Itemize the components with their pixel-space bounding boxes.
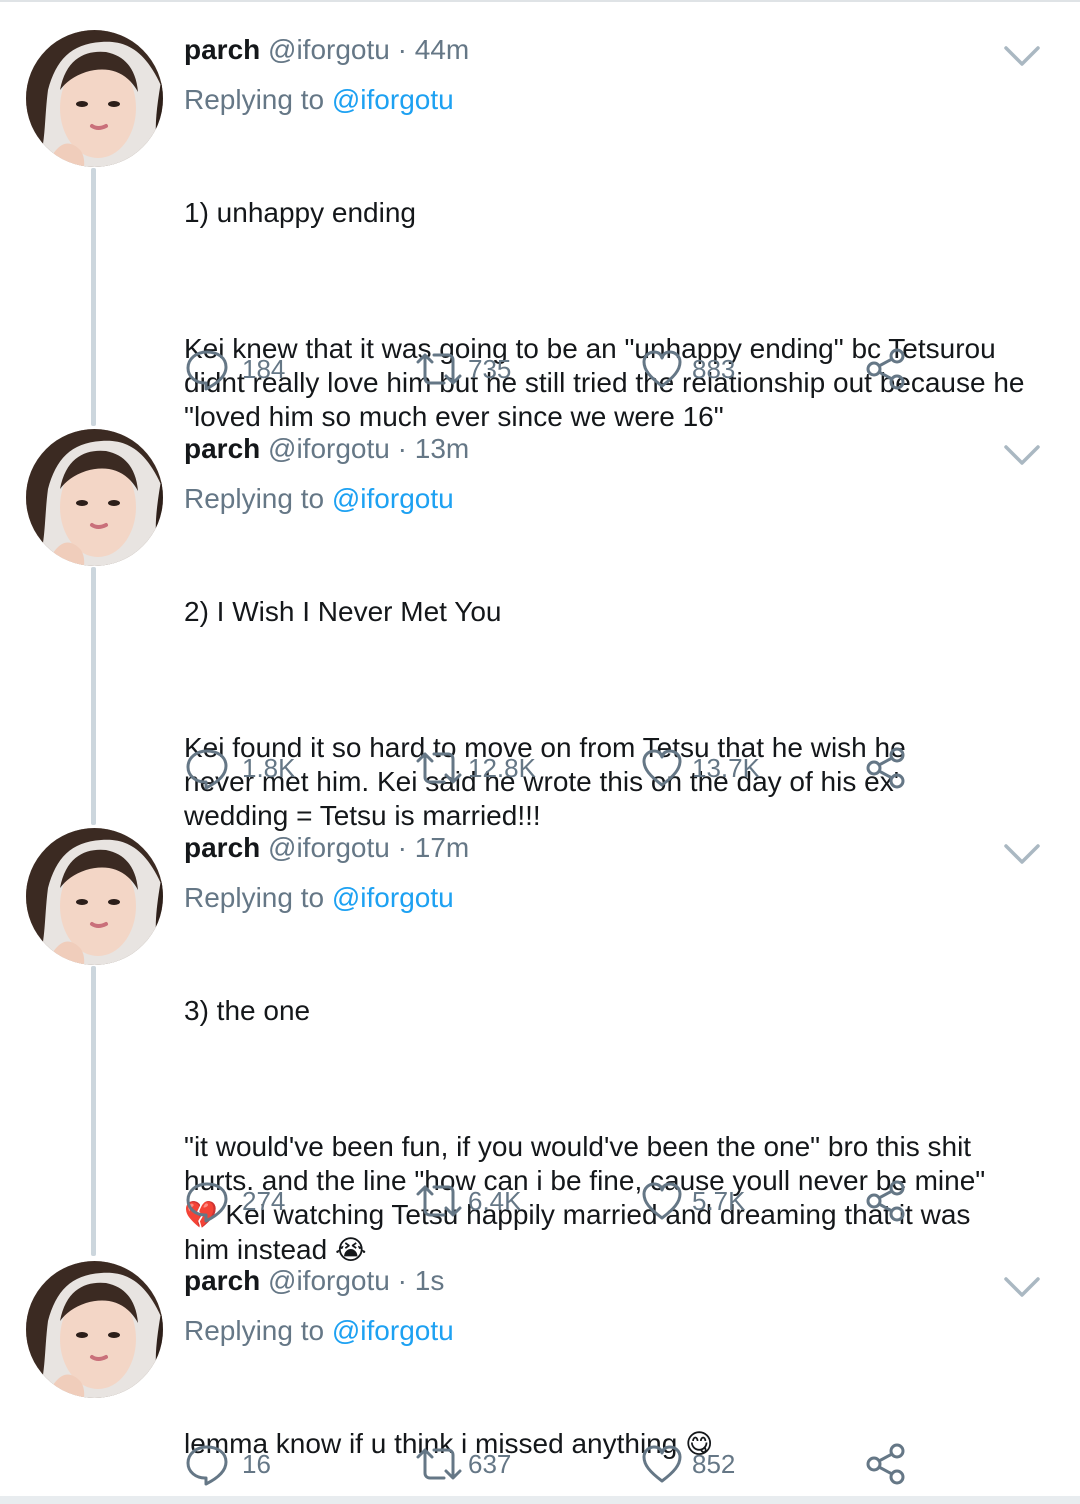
retweet-button[interactable]: 12.8K xyxy=(414,744,536,792)
display-name[interactable]: parch xyxy=(184,433,260,464)
tweet-actions: 1.8K 12.8K 13.7K xyxy=(184,744,924,792)
retweet-arrows-icon xyxy=(416,1448,462,1480)
avatar[interactable] xyxy=(26,30,163,167)
share-nodes-icon xyxy=(866,1180,905,1222)
mention-link[interactable]: @iforgotu xyxy=(332,1315,454,1346)
display-name[interactable]: parch xyxy=(184,832,260,863)
tweet-actions: 16 637 852 xyxy=(184,1440,924,1488)
retweet-arrows-icon xyxy=(416,1185,462,1217)
speech-bubble-icon xyxy=(186,1445,228,1486)
tweet-paragraph: 3) the one xyxy=(184,995,311,1026)
share-nodes-icon xyxy=(866,1443,905,1485)
chevron-down-icon[interactable] xyxy=(1002,1267,1042,1307)
reply-count: 274 xyxy=(242,1185,286,1216)
avatar[interactable] xyxy=(26,828,163,965)
mention-link[interactable]: @iforgotu xyxy=(332,483,454,514)
display-name[interactable]: parch xyxy=(184,34,260,65)
retweet-button[interactable]: 735 xyxy=(414,345,511,393)
chevron-down-icon[interactable] xyxy=(1002,435,1042,475)
reply-count: 184 xyxy=(242,353,286,384)
speech-bubble-icon xyxy=(186,749,228,790)
retweet-count: 735 xyxy=(468,353,512,384)
reply-button[interactable]: 184 xyxy=(184,345,285,393)
replying-to-label: Replying to xyxy=(184,483,332,514)
chevron-down-icon[interactable] xyxy=(1002,36,1042,76)
replying-to-label: Replying to xyxy=(184,882,332,913)
heart-outline-icon xyxy=(642,1182,682,1220)
replying-to: Replying to @iforgotu xyxy=(184,1311,1050,1351)
bottom-divider xyxy=(0,1496,1080,1504)
like-count: 5.7K xyxy=(692,1185,746,1216)
avatar[interactable] xyxy=(26,429,163,566)
retweet-button[interactable]: 637 xyxy=(414,1440,511,1488)
share-button[interactable] xyxy=(864,1177,908,1225)
retweet-arrows-icon xyxy=(416,353,462,385)
replying-to: Replying to @iforgotu xyxy=(184,479,1050,519)
tweet-header: parch @iforgotu · 44m xyxy=(184,30,1050,70)
retweet-button[interactable]: 6.4K xyxy=(414,1177,522,1225)
share-nodes-icon xyxy=(866,348,905,390)
like-count: 852 xyxy=(692,1448,736,1479)
separator-dot: · xyxy=(397,34,407,65)
mention-link[interactable]: @iforgotu xyxy=(332,882,454,913)
retweet-count: 12.8K xyxy=(468,752,536,783)
retweet-count: 637 xyxy=(468,1448,512,1479)
like-button[interactable]: 852 xyxy=(640,1440,735,1488)
replying-to: Replying to @iforgotu xyxy=(184,80,1050,120)
separator-dot: · xyxy=(397,1265,407,1296)
reply-count: 1.8K xyxy=(242,752,296,783)
like-button[interactable]: 883 xyxy=(640,345,735,393)
replying-to: Replying to @iforgotu xyxy=(184,878,1050,918)
separator-dot: · xyxy=(397,832,407,863)
user-handle[interactable]: @iforgotu xyxy=(268,1265,390,1296)
tweet-content: parch @iforgotu · 17m Replying to @iforg… xyxy=(184,828,1050,1336)
tweet-actions: 184 735 883 xyxy=(184,345,924,393)
speech-bubble-icon xyxy=(186,1182,228,1223)
reply-button[interactable]: 274 xyxy=(184,1177,285,1225)
tweet-paragraph: 1) unhappy ending xyxy=(184,197,416,228)
replying-to-label: Replying to xyxy=(184,84,332,115)
like-button[interactable]: 5.7K xyxy=(640,1177,746,1225)
like-button[interactable]: 13.7K xyxy=(640,744,760,792)
share-nodes-icon xyxy=(866,747,905,789)
like-count: 883 xyxy=(692,353,736,384)
tweet-actions: 274 6.4K 5.7K xyxy=(184,1177,924,1225)
retweet-count: 6.4K xyxy=(468,1185,522,1216)
tweet-paragraph: 2) I Wish I Never Met You xyxy=(184,596,502,627)
replying-to-label: Replying to xyxy=(184,1315,332,1346)
share-button[interactable] xyxy=(864,1440,908,1488)
separator-dot: · xyxy=(397,433,407,464)
tweet-header: parch @iforgotu · 1s xyxy=(184,1261,1050,1301)
timestamp[interactable]: 1s xyxy=(415,1265,445,1296)
mention-link[interactable]: @iforgotu xyxy=(332,84,454,115)
user-handle[interactable]: @iforgotu xyxy=(268,832,390,863)
speech-bubble-icon xyxy=(186,350,228,391)
share-button[interactable] xyxy=(864,345,908,393)
reply-button[interactable]: 1.8K xyxy=(184,744,296,792)
user-handle[interactable]: @iforgotu xyxy=(268,34,390,65)
timestamp[interactable]: 13m xyxy=(415,433,469,464)
retweet-arrows-icon xyxy=(416,752,462,784)
heart-outline-icon xyxy=(642,350,682,388)
tweet-header: parch @iforgotu · 17m xyxy=(184,828,1050,868)
display-name[interactable]: parch xyxy=(184,1265,260,1296)
heart-outline-icon xyxy=(642,749,682,787)
reply-button[interactable]: 16 xyxy=(184,1440,271,1488)
reply-count: 16 xyxy=(242,1448,271,1479)
avatar[interactable] xyxy=(26,1261,163,1398)
timestamp[interactable]: 44m xyxy=(415,34,469,65)
heart-outline-icon xyxy=(642,1445,682,1483)
user-handle[interactable]: @iforgotu xyxy=(268,433,390,464)
chevron-down-icon[interactable] xyxy=(1002,834,1042,874)
like-count: 13.7K xyxy=(692,752,760,783)
tweet[interactable]: parch @iforgotu · 1s Replying to @iforgo… xyxy=(0,1261,1080,1461)
twitter-thread-screen: parch @iforgotu · 44m Replying to @iforg… xyxy=(0,0,1080,1504)
timestamp[interactable]: 17m xyxy=(415,832,469,863)
tweet-header: parch @iforgotu · 13m xyxy=(184,429,1050,469)
share-button[interactable] xyxy=(864,744,908,792)
top-divider xyxy=(0,0,1080,2)
